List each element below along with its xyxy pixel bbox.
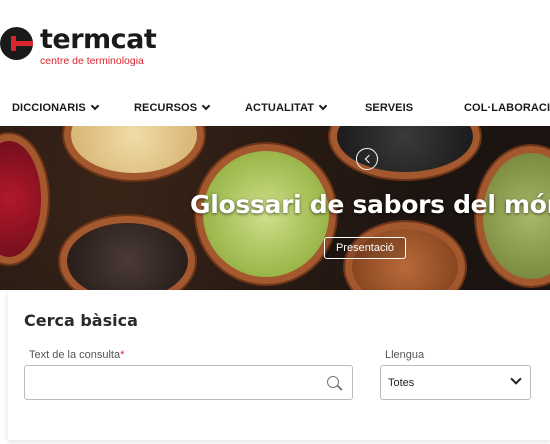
nav-label: SERVEIS (365, 102, 414, 114)
nav-item-serveis[interactable]: SERVEIS (365, 102, 413, 114)
search-title: Cerca bàsica (24, 311, 138, 330)
nav-item-actualitat[interactable]: ACTUALITAT (245, 101, 328, 114)
hero-banner: Glossari de sabors del món Presentació (0, 126, 550, 290)
termcat-logo[interactable]: termcat centre de terminologia (0, 24, 157, 67)
hero-title: Glossari de sabors del món (190, 190, 550, 219)
query-label-text: Text de la consulta (29, 349, 121, 361)
brand-name: termcat (40, 24, 157, 55)
nav-item-recursos[interactable]: RECURSOS (134, 101, 211, 114)
query-input[interactable] (24, 365, 353, 400)
nav-item-col-laboracio[interactable]: COL·LABORACIÓ (464, 102, 550, 114)
main-nav: DICCIONARIS RECURSOS ACTUALITAT SERVEIS … (0, 90, 550, 126)
nav-item-diccionaris[interactable]: DICCIONARIS (12, 101, 100, 114)
language-label: Llengua (385, 349, 425, 361)
nav-label: DICCIONARIS (12, 102, 86, 114)
required-mark: * (120, 349, 125, 361)
brand-tagline: centre de terminologia (40, 55, 144, 67)
spice-bowl (0, 134, 48, 264)
spice-bowl (64, 126, 204, 180)
chevron-down-icon (318, 101, 328, 111)
language-value: Totes (388, 377, 415, 389)
nav-label: ACTUALITAT (245, 102, 315, 114)
chevron-down-icon (90, 101, 100, 111)
chevron-down-icon (510, 373, 522, 385)
spice-bowl (60, 216, 195, 290)
presentacio-button[interactable]: Presentació (324, 237, 406, 259)
nav-label: COL·LABORACIÓ (464, 102, 550, 114)
chevron-down-icon (201, 101, 211, 111)
search-icon[interactable] (327, 376, 339, 388)
chevron-left-icon (364, 154, 373, 164)
termcat-logo-icon (0, 27, 33, 60)
query-label: Text de la consulta* (29, 349, 124, 361)
site-header: termcat centre de terminologia (0, 0, 550, 90)
search-card: Cerca bàsica Text de la consulta* Llengu… (8, 290, 550, 440)
language-select[interactable]: Totes (380, 365, 531, 400)
carousel-prev-button[interactable] (356, 148, 378, 170)
spice-bowl (330, 126, 480, 179)
nav-label: RECURSOS (134, 102, 198, 114)
